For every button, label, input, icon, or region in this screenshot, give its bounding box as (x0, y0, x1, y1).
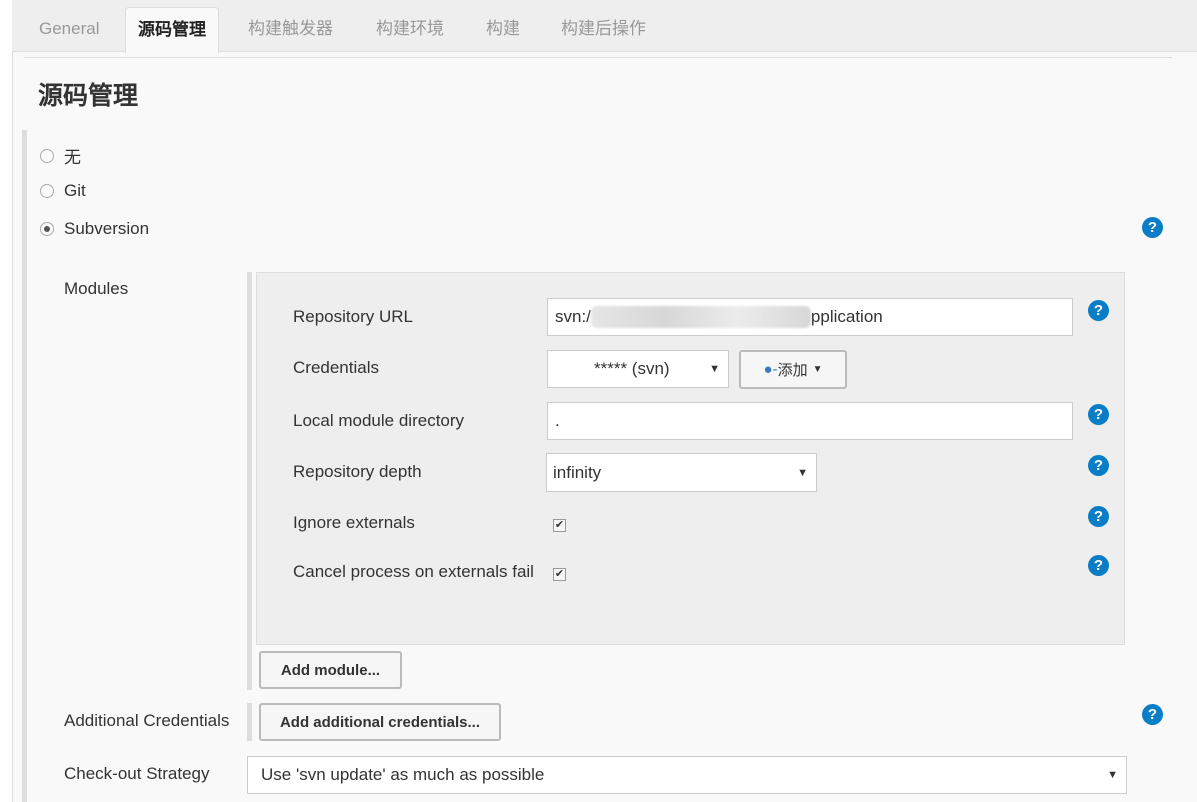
depth-value: infinity (553, 462, 602, 482)
repository-depth-select[interactable]: infinity (546, 453, 817, 492)
section-title: 源码管理 (38, 82, 139, 110)
help-icon[interactable]: ? (1142, 704, 1163, 725)
radio-icon (40, 184, 54, 198)
tab-scm[interactable]: 源码管理 (125, 7, 219, 53)
repository-url-input[interactable]: svn:/ pplication (547, 298, 1073, 336)
section-bar (22, 130, 27, 802)
credentials-label: Credentials (293, 358, 379, 377)
scm-none-radio[interactable]: 无 (40, 143, 81, 168)
tab-general[interactable]: General (27, 7, 111, 52)
tab-build[interactable]: 构建 (474, 7, 532, 52)
radio-label: 无 (64, 148, 81, 167)
modules-label: Modules (64, 279, 129, 298)
help-icon[interactable]: ? (1088, 404, 1109, 425)
credentials-select[interactable]: ***** (svn) (547, 350, 729, 388)
additional-credentials-label: Additional Credentials (64, 711, 230, 730)
add-additional-credentials-button[interactable]: Add additional credentials... (259, 703, 501, 741)
help-icon[interactable]: ? (1088, 300, 1109, 321)
add-label: 添加 (777, 362, 808, 379)
tab-build-env[interactable]: 构建环境 (364, 7, 456, 52)
checkout-strategy-label: Check-out Strategy (64, 764, 210, 783)
url-prefix: svn:/ (555, 307, 591, 326)
strategy-value: Use 'svn update' as much as possible (261, 765, 545, 784)
caret-down-icon: ▼ (812, 364, 823, 375)
modules-bar (247, 272, 252, 690)
radio-label: Git (64, 181, 86, 200)
repository-url-label: Repository URL (293, 307, 413, 326)
radio-selected-icon (40, 222, 54, 236)
ignore-externals-checkbox[interactable]: ✔ (553, 519, 566, 532)
credentials-value: ***** (svn) (594, 359, 670, 378)
local-dir-input[interactable]: . (547, 402, 1073, 440)
help-icon[interactable]: ? (1088, 506, 1109, 527)
key-icon: ●- (763, 361, 778, 378)
checkout-strategy-select[interactable]: Use 'svn update' as much as possible (247, 756, 1127, 794)
credentials-bar (247, 703, 252, 741)
scm-subversion-radio[interactable]: Subversion (40, 219, 149, 239)
add-module-button[interactable]: Add module... (259, 651, 402, 689)
cancel-externals-checkbox[interactable]: ✔ (553, 568, 566, 581)
ignore-externals-label: Ignore externals (293, 513, 415, 532)
tab-build-triggers[interactable]: 构建触发器 (236, 7, 345, 52)
scm-git-radio[interactable]: Git (40, 181, 86, 201)
help-icon[interactable]: ? (1088, 455, 1109, 476)
tab-post-build[interactable]: 构建后操作 (549, 7, 658, 52)
cancel-externals-label: Cancel process on externals fail (293, 562, 534, 581)
help-icon[interactable]: ? (1088, 555, 1109, 576)
url-suffix: pplication (810, 307, 883, 326)
redacted-blur (590, 306, 811, 328)
radio-icon (40, 148, 54, 163)
add-credentials-button[interactable]: ●- 添加 ▼ (739, 350, 847, 389)
repository-depth-label: Repository depth (293, 462, 422, 481)
local-dir-label: Local module directory (293, 411, 465, 430)
help-icon[interactable]: ? (1142, 217, 1163, 238)
radio-label: Subversion (64, 219, 150, 238)
divider (24, 57, 1172, 58)
